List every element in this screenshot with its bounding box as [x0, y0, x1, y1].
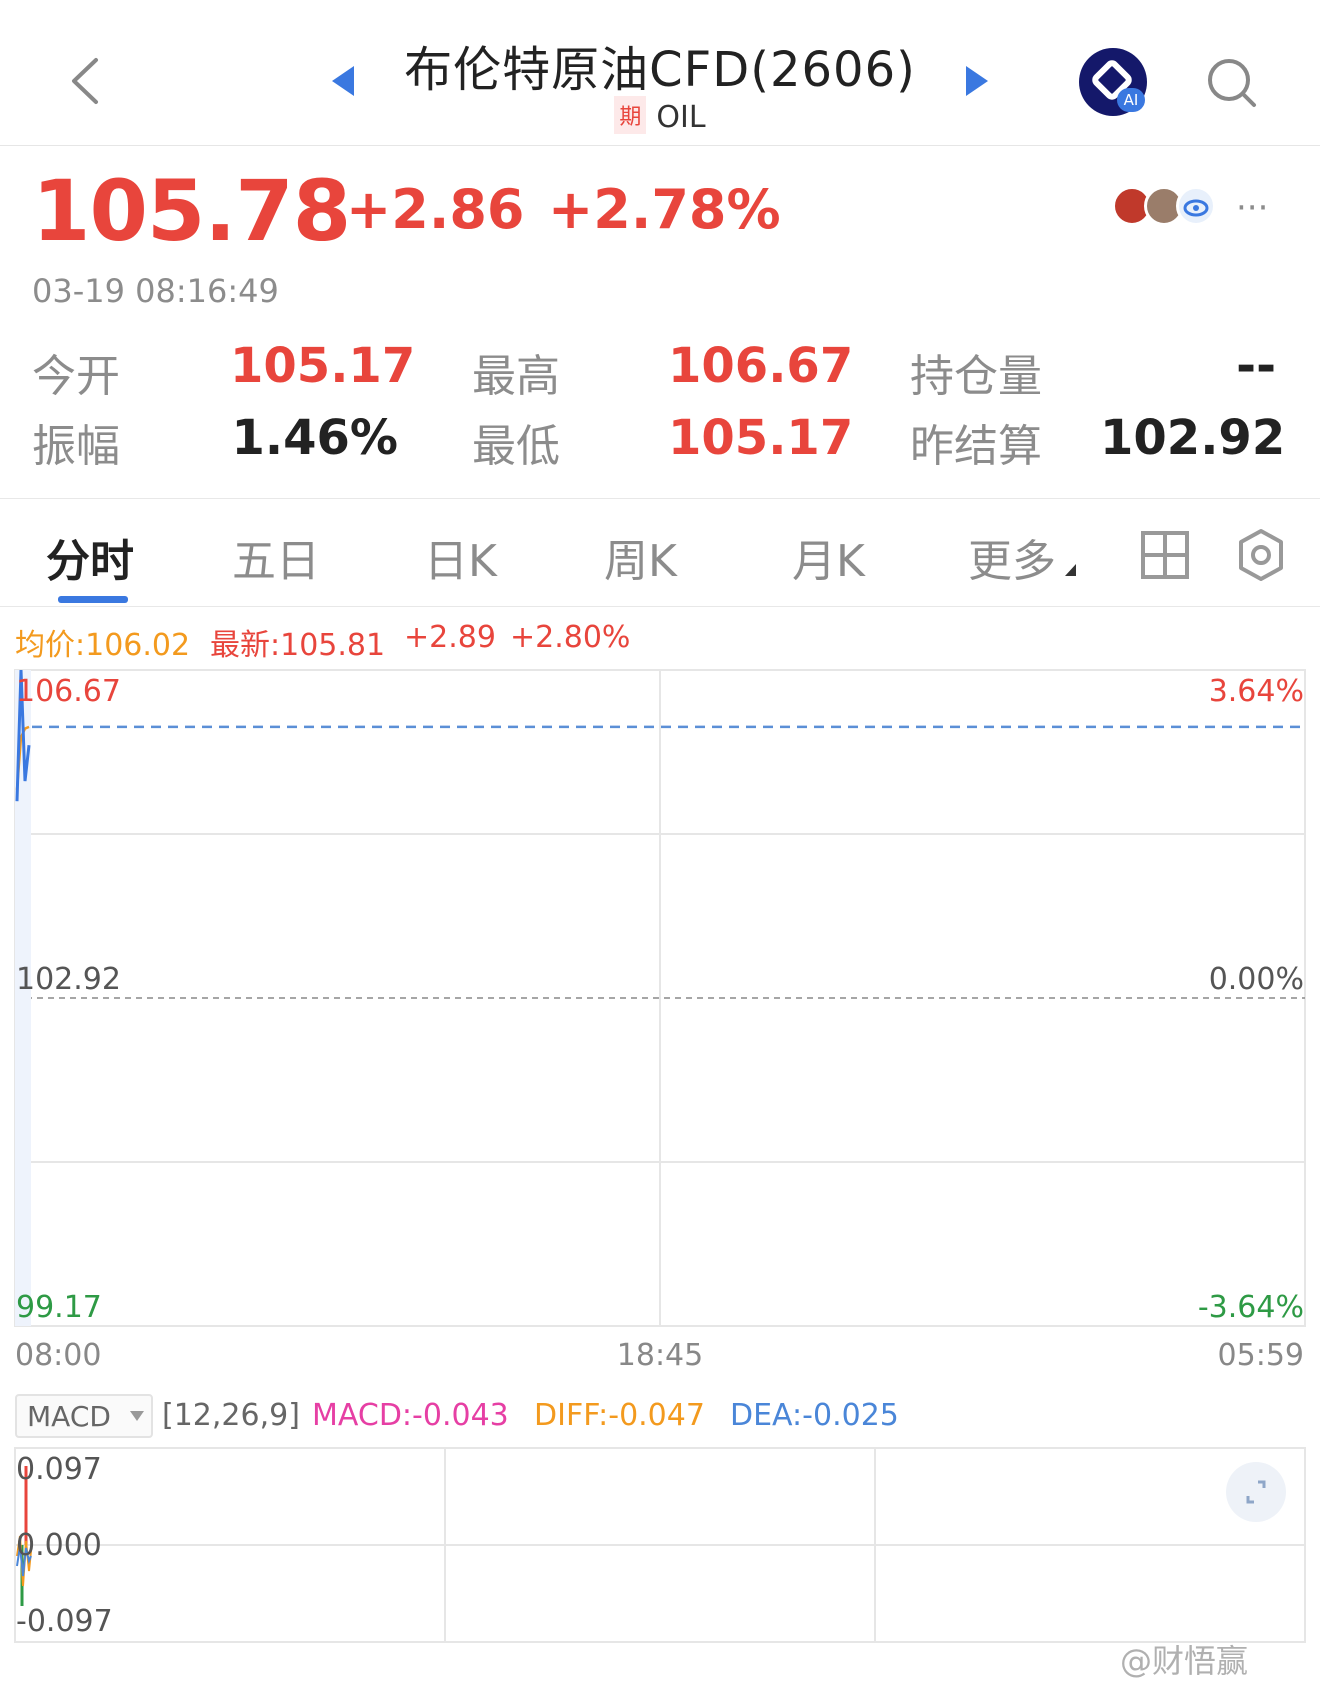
- diff-value: DIFF:-0.047: [534, 1398, 705, 1433]
- active-tab-indicator: [58, 596, 128, 603]
- macd-value: MACD:-0.043: [312, 1398, 509, 1433]
- search-icon[interactable]: [1205, 56, 1259, 110]
- macd-y-max: 0.097: [16, 1452, 102, 1487]
- tab-five-day[interactable]: 五日: [232, 525, 320, 589]
- nav-header: 布伦特原油CFD(2606) 期 OIL AI: [0, 0, 1320, 146]
- tab-intraday[interactable]: 分时: [46, 525, 134, 589]
- tab-monthly-k[interactable]: 月K: [792, 525, 865, 589]
- latest-change-label: +2.89: [404, 620, 496, 655]
- stat-label-prev-settle: 昨结算: [910, 421, 1042, 472]
- ai-badge: AI: [1117, 88, 1145, 112]
- next-instrument-icon[interactable]: [964, 64, 990, 98]
- x-axis-end: 05:59: [1217, 1338, 1304, 1373]
- stat-value-amplitude: 1.46%: [231, 410, 398, 466]
- pct-axis-min: -3.64%: [1197, 1290, 1304, 1325]
- macd-y-min: -0.097: [16, 1604, 113, 1639]
- indicator-selector[interactable]: MACD: [15, 1394, 153, 1438]
- ai-assistant-button[interactable]: AI: [1079, 48, 1147, 116]
- price-change: +2.86: [346, 178, 525, 241]
- stat-label-open: 今开: [32, 351, 120, 402]
- dropdown-caret-icon: [130, 1411, 144, 1421]
- dea-value: DEA:-0.025: [730, 1398, 899, 1433]
- y-axis-max: 106.67: [16, 674, 121, 709]
- app-screen: 布伦特原油CFD(2606) 期 OIL AI 105.78 +2.86 +2.7…: [0, 0, 1320, 1686]
- last-price: 105.78: [32, 162, 351, 260]
- watermark: @财悟赢: [1120, 1642, 1249, 1680]
- divider: [0, 606, 1320, 607]
- tab-daily-k[interactable]: 日K: [424, 525, 497, 589]
- y-axis-mid: 102.92: [16, 962, 121, 997]
- pct-axis-max: 3.64%: [1208, 674, 1304, 709]
- weibo-share-icon[interactable]: [1176, 186, 1216, 226]
- macd-chart[interactable]: [0, 1446, 1320, 1646]
- quote-timestamp: 03-19 08:16:49: [32, 272, 279, 310]
- expand-chart-button[interactable]: [1226, 1462, 1286, 1522]
- stat-value-low: 105.17: [668, 410, 854, 466]
- tab-weekly-k[interactable]: 周K: [604, 525, 677, 589]
- y-axis-min: 99.17: [16, 1290, 102, 1325]
- futures-tag: 期: [614, 96, 647, 134]
- stat-value-prev-settle: 102.92: [1100, 410, 1286, 466]
- layout-grid-icon[interactable]: [1140, 530, 1190, 580]
- x-axis-mid: 18:45: [616, 1338, 704, 1373]
- dropdown-caret-icon: [1065, 564, 1076, 576]
- macd-y-mid: 0.000: [16, 1528, 102, 1563]
- latest-change-pct-label: +2.80%: [510, 620, 631, 655]
- stat-label-low: 最低: [472, 421, 560, 472]
- intraday-chart[interactable]: [0, 668, 1320, 1332]
- stat-value-high: 106.67: [668, 338, 854, 394]
- avg-price-label: 均价:106.02: [15, 628, 191, 663]
- stat-label-open-interest: 持仓量: [910, 351, 1042, 402]
- expand-icon: [1246, 1480, 1266, 1504]
- stat-value-open-interest: --: [1236, 338, 1276, 394]
- price-change-pct: +2.78%: [548, 178, 781, 241]
- stat-value-open: 105.17: [230, 338, 416, 394]
- stat-label-high: 最高: [472, 351, 560, 402]
- pct-axis-mid: 0.00%: [1208, 962, 1304, 997]
- instrument-code: OIL: [656, 100, 706, 135]
- x-axis-start: 08:00: [15, 1338, 102, 1373]
- tab-more[interactable]: 更多: [968, 525, 1056, 589]
- stat-label-amplitude: 振幅: [32, 421, 120, 472]
- divider: [0, 498, 1320, 499]
- indicator-selector-label: MACD: [27, 1400, 111, 1433]
- macd-params: [12,26,9]: [162, 1398, 300, 1433]
- settings-icon[interactable]: [1236, 528, 1286, 582]
- latest-price-label: 最新:105.81: [210, 628, 386, 663]
- more-options-icon[interactable]: ···: [1236, 188, 1268, 228]
